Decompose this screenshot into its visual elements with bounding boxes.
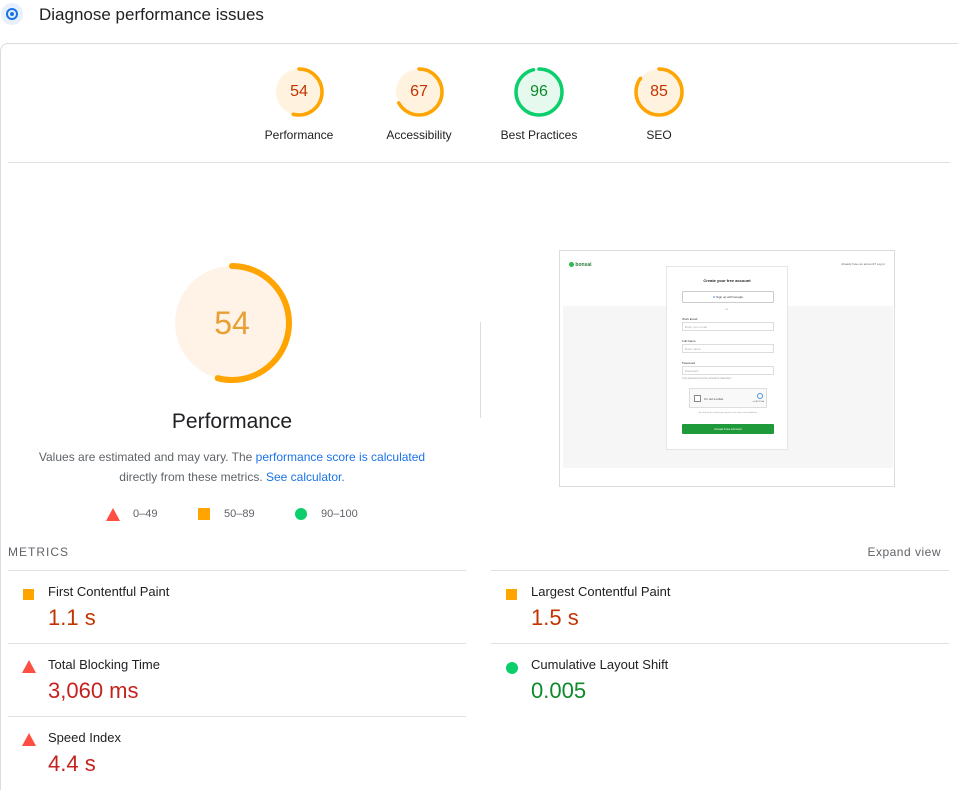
gauge-seo-label: SEO	[646, 128, 672, 142]
metric-value: 1.1 s	[48, 605, 96, 630]
metric-value: 3,060 ms	[48, 678, 139, 703]
metric-first-contentful-paint[interactable]: First Contentful Paint 1.1 s	[8, 570, 466, 643]
final-screenshot[interactable]: bonsai Already have an account? Log in C…	[559, 250, 895, 487]
bonsai-leaf-icon	[569, 262, 574, 268]
gauge-performance-label: Performance	[264, 128, 334, 142]
orange-square-icon	[198, 508, 210, 520]
expand-view-button[interactable]: Expand view	[867, 545, 941, 559]
see-calculator-link[interactable]: See calculator.	[266, 470, 345, 484]
google-g-icon: G	[712, 295, 716, 299]
category-gauges: 54 Performance 67 Accessibility 96 Best …	[0, 66, 958, 146]
recaptcha[interactable]: I'm not a robot reCAPTCHA	[689, 388, 767, 408]
metric-value: 0.005	[531, 678, 587, 703]
google-signup-button[interactable]: G Sign up with Google	[682, 291, 774, 303]
email-field[interactable]: Enter your email	[682, 322, 774, 331]
page-header: Diagnose performance issues	[0, 0, 958, 32]
signup-form: Create your free account G Sign up with …	[666, 266, 788, 450]
page-title: Diagnose performance issues	[39, 5, 264, 24]
create-account-button[interactable]: Create Free Account	[682, 424, 774, 434]
gauge-accessibility[interactable]: 67 Accessibility	[369, 66, 469, 142]
gauge-seo[interactable]: 85 SEO	[609, 66, 709, 142]
performance-gauge-large: 54	[170, 263, 294, 387]
orange-square-icon	[22, 587, 34, 600]
red-triangle-icon	[22, 733, 36, 751]
red-triangle-icon	[106, 508, 120, 521]
gauge-performance[interactable]: 54 Performance	[249, 66, 349, 142]
gauge-accessibility-score: 67	[410, 83, 428, 100]
metric-cumulative-layout-shift[interactable]: Cumulative Layout Shift 0.005	[491, 643, 949, 716]
green-circle-icon	[295, 508, 307, 520]
metrics-header: METRICS	[8, 545, 69, 559]
performance-score-large: 54	[214, 305, 250, 341]
metric-total-blocking-time[interactable]: Total Blocking Time 3,060 ms	[8, 643, 466, 716]
metric-value: 4.4 s	[48, 751, 96, 776]
score-calculated-link[interactable]: performance score is calculated	[256, 450, 425, 464]
metric-largest-contentful-paint[interactable]: Largest Contentful Paint 1.5 s	[491, 570, 949, 643]
gauge-best-practices[interactable]: 96 Best Practices	[489, 66, 589, 142]
gauge-best-practices-score: 96	[530, 83, 548, 100]
login-prompt: Already have an account? Log in	[841, 262, 885, 266]
pagespeed-logo-icon	[1, 3, 23, 25]
password-field[interactable]: Password	[682, 366, 774, 375]
recaptcha-icon	[757, 393, 763, 399]
green-circle-icon	[505, 660, 518, 674]
performance-description: Values are estimated and may vary. The p…	[38, 450, 426, 484]
metric-value: 1.5 s	[531, 605, 579, 630]
captcha-checkbox[interactable]	[694, 395, 701, 402]
section-divider	[8, 162, 950, 163]
metric-speed-index[interactable]: Speed Index 4.4 s	[8, 716, 466, 789]
gauge-best-practices-label: Best Practices	[500, 128, 578, 142]
gauge-performance-score: 54	[290, 83, 308, 100]
brand-logo: bonsai	[569, 262, 592, 268]
orange-square-icon	[505, 587, 517, 600]
performance-title: Performance	[171, 410, 293, 433]
vertical-divider	[480, 322, 481, 418]
gauge-seo-score: 85	[650, 83, 668, 100]
name-field[interactable]: Enter name	[682, 344, 774, 353]
gauge-accessibility-label: Accessibility	[386, 128, 452, 142]
red-triangle-icon	[22, 660, 36, 678]
